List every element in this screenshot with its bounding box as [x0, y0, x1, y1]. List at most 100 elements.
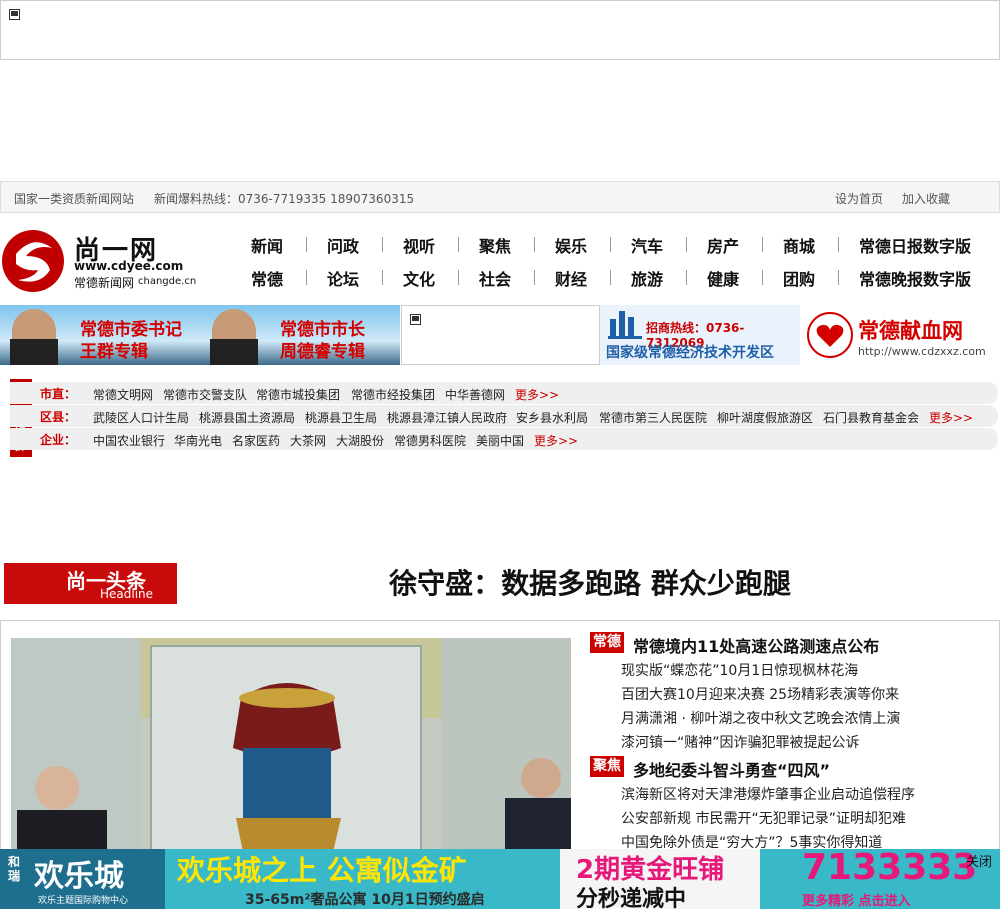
- nav-mall[interactable]: 商城: [783, 233, 815, 257]
- network-link[interactable]: 中国农业银行: [93, 432, 165, 449]
- nav-travel[interactable]: 旅游: [631, 266, 663, 290]
- nav-daily-digital[interactable]: 常德日报数字版: [859, 233, 971, 257]
- mayor-name: 周德睿专辑: [280, 342, 365, 362]
- nav-news[interactable]: 新闻: [251, 233, 283, 257]
- headline-tag: 尚一头条 Headline: [4, 563, 177, 604]
- network-link[interactable]: 柳叶湖度假旅游区: [717, 409, 813, 426]
- network-link[interactable]: 武陵区人口计生局: [93, 409, 189, 426]
- nav-divider: [306, 237, 307, 252]
- more-link[interactable]: 更多>>: [534, 432, 578, 449]
- nav-divider: [458, 237, 459, 252]
- ad-more: 更多精彩 点击进入: [802, 894, 911, 909]
- nav-divider: [838, 237, 839, 252]
- nav-society[interactable]: 社会: [479, 266, 511, 290]
- ad-phase-sub: 分秒递减中: [576, 887, 687, 909]
- nav-health[interactable]: 健康: [707, 266, 739, 290]
- nav-wenzheng[interactable]: 问政: [327, 233, 359, 257]
- news-item[interactable]: 百团大赛10月迎来决赛 25场精彩表演等你来: [621, 684, 899, 704]
- heart-icon: [807, 312, 853, 358]
- nav-divider: [838, 270, 839, 285]
- network-link[interactable]: 常德男科医院: [394, 432, 466, 449]
- main-nav: 新闻 问政 视听 聚焦 娱乐 汽车 房产 商城 常德日报数字版 常德 论坛 文化…: [0, 0, 1000, 300]
- network-link[interactable]: 常德市交警支队: [163, 386, 247, 403]
- ad-close-button[interactable]: 关闭: [966, 851, 992, 870]
- ad-slogan: 欢乐城之上 公寓似金矿: [177, 854, 467, 887]
- news-tag-focus: 聚焦: [590, 756, 624, 777]
- nav-divider: [610, 270, 611, 285]
- network-link[interactable]: 美丽中国: [476, 432, 524, 449]
- network-link[interactable]: 名家医药: [232, 432, 280, 449]
- nav-divider: [534, 270, 535, 285]
- network-link[interactable]: 大湖股份: [336, 432, 384, 449]
- nav-house[interactable]: 房产: [707, 233, 739, 257]
- photo-image: [11, 638, 571, 852]
- network-link[interactable]: 常德市第三人民医院: [599, 409, 707, 426]
- ad-brand-sub: 欢乐主题国际购物中心: [38, 896, 129, 906]
- nav-entertainment[interactable]: 娱乐: [555, 233, 587, 257]
- nav-divider: [762, 270, 763, 285]
- ad-detail: 35-65m²奢品公寓 10月1日预约盛启: [245, 892, 485, 908]
- nav-evening-digital[interactable]: 常德晚报数字版: [859, 266, 971, 290]
- network-link[interactable]: 常德市城投集团: [256, 386, 340, 403]
- nav-divider: [762, 237, 763, 252]
- devzone-name: 国家级常德经济技术开发区: [606, 345, 774, 361]
- portrait-suit: [10, 339, 58, 365]
- network-link[interactable]: 安乡县水利局: [516, 409, 588, 426]
- network-link[interactable]: 桃源县国土资源局: [199, 409, 295, 426]
- nav-video[interactable]: 视听: [403, 233, 435, 257]
- nav-divider: [306, 270, 307, 285]
- news-item[interactable]: 现实版“蝶恋花”10月1日惊现枫林花海: [621, 660, 858, 680]
- nav-focus[interactable]: 聚焦: [479, 233, 511, 257]
- nav-divider: [534, 237, 535, 252]
- network-link[interactable]: 大茶网: [290, 432, 326, 449]
- network-row-enterprise: 企业： 中国农业银行 华南光电 名家医药 大茶网 大湖股份 常德男科医院 美丽中…: [10, 428, 998, 450]
- ad-brand-small: 和瑞: [8, 855, 21, 883]
- news-item[interactable]: 月满潇湘 · 柳叶湖之夜中秋文艺晚会浓情上演: [621, 708, 900, 728]
- ad-phase-block: 2期黄金旺铺 分秒递减中: [560, 849, 760, 909]
- secretary-name: 王群专辑: [80, 342, 148, 362]
- news-item[interactable]: 滨海新区将对天津港爆炸肇事企业启动追偿程序: [621, 784, 915, 804]
- blood-donation-banner[interactable]: 常德献血网 http://www.cdzxxz.com: [800, 305, 1000, 365]
- secretary-banner[interactable]: 常德市委书记 王群专辑: [0, 305, 200, 365]
- portrait-suit: [210, 339, 258, 365]
- news-group-title[interactable]: 常德境内11处高速公路测速点公布: [633, 633, 879, 657]
- blood-site-name: 常德献血网: [858, 319, 963, 343]
- network-links: 市直： 常德文明网 常德市交警支队 常德市城投集团 常德市经投集团 中华善德网 …: [10, 379, 998, 451]
- news-group-title[interactable]: 多地纪委斗智斗勇查“四风”: [633, 757, 830, 781]
- more-link[interactable]: 更多>>: [929, 409, 973, 426]
- nav-divider: [382, 270, 383, 285]
- network-link[interactable]: 中华善德网: [445, 386, 505, 403]
- ad-brand-block: 和瑞 欢乐城 欢乐主题国际购物中心: [0, 849, 165, 909]
- network-link[interactable]: 石门县教育基金会: [823, 409, 919, 426]
- nav-divider: [458, 270, 459, 285]
- network-link[interactable]: 桃源县漳江镇人民政府: [387, 409, 507, 426]
- news-item[interactable]: 公安部新规 市民需开“无犯罪记录”证明却犯难: [621, 808, 906, 828]
- nav-changde[interactable]: 常德: [251, 266, 283, 290]
- more-link[interactable]: 更多>>: [515, 386, 559, 403]
- news-tag-changde: 常德: [590, 632, 624, 653]
- nav-auto[interactable]: 汽车: [631, 233, 663, 257]
- headline-title[interactable]: 徐守盛：数据多跑路 群众少跑腿: [260, 562, 920, 602]
- network-link[interactable]: 常德文明网: [93, 386, 153, 403]
- nav-forum[interactable]: 论坛: [327, 266, 359, 290]
- nav-group-buy[interactable]: 团购: [783, 266, 815, 290]
- network-link[interactable]: 常德市经投集团: [351, 386, 435, 403]
- building-icon: [608, 311, 642, 339]
- ad-phone: 7133333: [802, 849, 978, 888]
- network-row-county: 区县： 武陵区人口计生局 桃源县国土资源局 桃源县卫生局 桃源县漳江镇人民政府 …: [10, 405, 998, 427]
- empty-banner-frame: [401, 305, 600, 365]
- devzone-banner[interactable]: 招商热线：0736-7312069 国家级常德经济技术开发区: [600, 305, 800, 365]
- row-label: 企业：: [40, 433, 77, 447]
- headline-photo[interactable]: [11, 638, 571, 852]
- broken-image-icon: [410, 314, 421, 325]
- row-label: 区县：: [40, 410, 77, 424]
- nav-finance[interactable]: 财经: [555, 266, 587, 290]
- news-item[interactable]: 漆河镇一“赌神”因诈骗犯罪被提起公诉: [621, 732, 860, 752]
- network-link[interactable]: 华南光电: [174, 432, 222, 449]
- mayor-banner[interactable]: 常德市市长 周德睿专辑: [200, 305, 400, 365]
- bottom-ad-banner[interactable]: 和瑞 欢乐城 欢乐主题国际购物中心 欢乐城之上 公寓似金矿 35-65m²奢品公…: [0, 849, 1000, 909]
- nav-divider: [382, 237, 383, 252]
- headline-tag-en: Headline: [100, 587, 154, 601]
- network-link[interactable]: 桃源县卫生局: [305, 409, 377, 426]
- nav-culture[interactable]: 文化: [403, 266, 435, 290]
